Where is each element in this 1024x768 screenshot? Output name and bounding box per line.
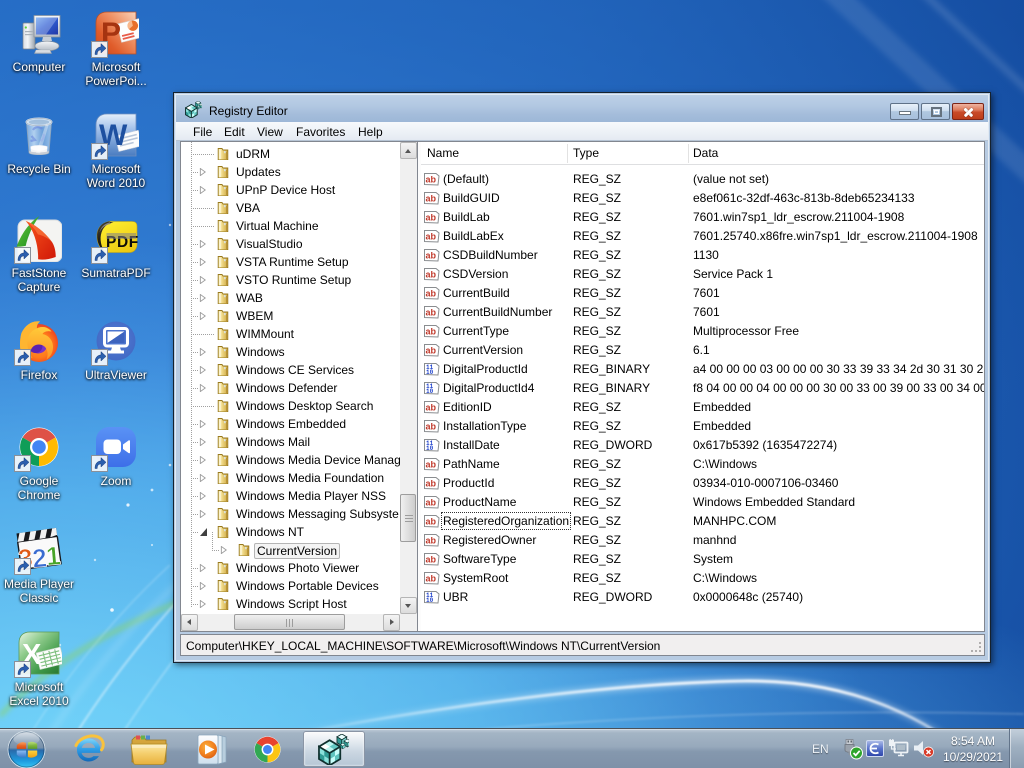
svg-text:1: 1: [45, 540, 62, 571]
